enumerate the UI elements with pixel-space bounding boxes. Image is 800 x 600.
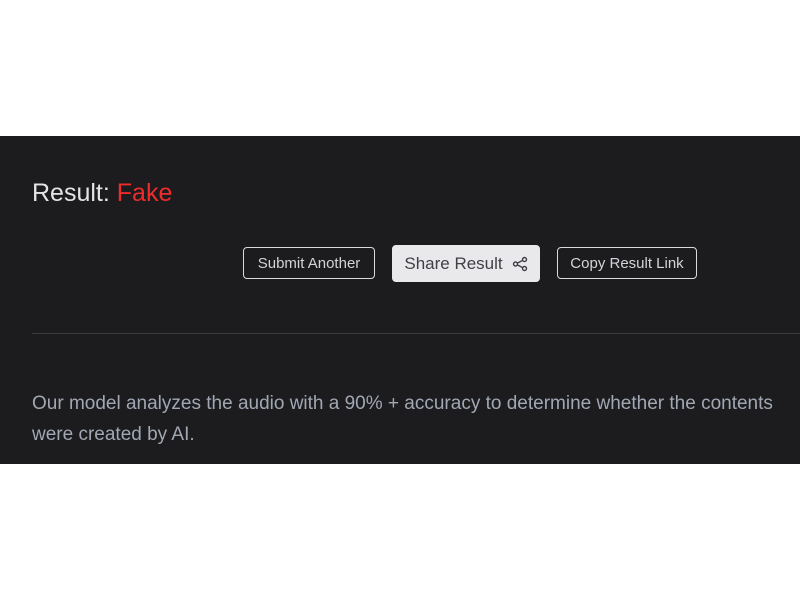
result-value: Fake bbox=[116, 179, 173, 207]
share-result-button[interactable]: Share Result bbox=[392, 245, 540, 282]
submit-another-label: Submit Another bbox=[257, 254, 361, 272]
copy-result-link-button[interactable]: Copy Result Link bbox=[557, 247, 697, 279]
result-panel: Result: Fake Submit Another Share Result… bbox=[0, 136, 800, 464]
divider bbox=[32, 333, 800, 334]
copy-result-link-label: Copy Result Link bbox=[570, 254, 684, 272]
result-heading: Result: Fake bbox=[32, 178, 172, 208]
share-icon bbox=[512, 256, 528, 272]
result-label: Result: bbox=[32, 179, 117, 207]
model-description: Our model analyzes the audio with a 90% … bbox=[32, 393, 773, 445]
page: Result: Fake Submit Another Share Result… bbox=[0, 0, 800, 600]
submit-another-button[interactable]: Submit Another bbox=[243, 247, 375, 279]
share-result-label: Share Result bbox=[404, 253, 503, 273]
